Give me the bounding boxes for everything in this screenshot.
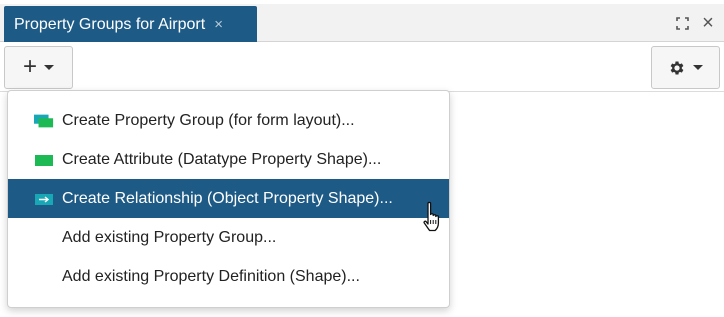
menu-item-label: Create Attribute (Datatype Property Shap… [62, 150, 382, 168]
menu-item-add-existing-definition[interactable]: Add existing Property Definition (Shape)… [8, 257, 449, 296]
tab-bar: Property Groups for Airport × × [0, 4, 724, 43]
tab-title: Property Groups for Airport [14, 15, 206, 33]
maximize-icon[interactable] [672, 13, 692, 33]
menu-item-label: Create Property Group (for form layout).… [62, 111, 355, 129]
plus-icon: + [22, 52, 37, 80]
settings-dropdown-button[interactable] [651, 46, 720, 89]
property-group-icon [34, 114, 54, 127]
add-dropdown-menu: Create Property Group (for form layout).… [7, 90, 450, 308]
menu-item-label: Create Relationship (Object Property Sha… [62, 189, 393, 207]
menu-item-create-relationship[interactable]: Create Relationship (Object Property Sha… [8, 179, 449, 218]
tab-close-icon[interactable]: × [214, 17, 223, 32]
attribute-icon [35, 154, 53, 166]
toolbar: + [0, 42, 724, 92]
menu-item-create-attribute[interactable]: Create Attribute (Datatype Property Shap… [8, 140, 449, 179]
gear-icon [670, 60, 684, 75]
menu-item-label: Add existing Property Definition (Shape)… [62, 267, 360, 285]
add-dropdown-button[interactable]: + [4, 46, 73, 89]
menu-item-add-existing-group[interactable]: Add existing Property Group... [8, 218, 449, 257]
tab-property-groups[interactable]: Property Groups for Airport × [4, 6, 257, 43]
property-groups-panel: Property Groups for Airport × × + Create… [0, 0, 724, 317]
menu-item-label: Add existing Property Group... [62, 228, 277, 246]
chevron-down-icon [693, 65, 703, 70]
relationship-icon [35, 193, 53, 205]
chevron-down-icon [44, 65, 54, 70]
menu-item-create-property-group[interactable]: Create Property Group (for form layout).… [8, 101, 449, 140]
close-window-icon[interactable]: × [698, 12, 718, 34]
